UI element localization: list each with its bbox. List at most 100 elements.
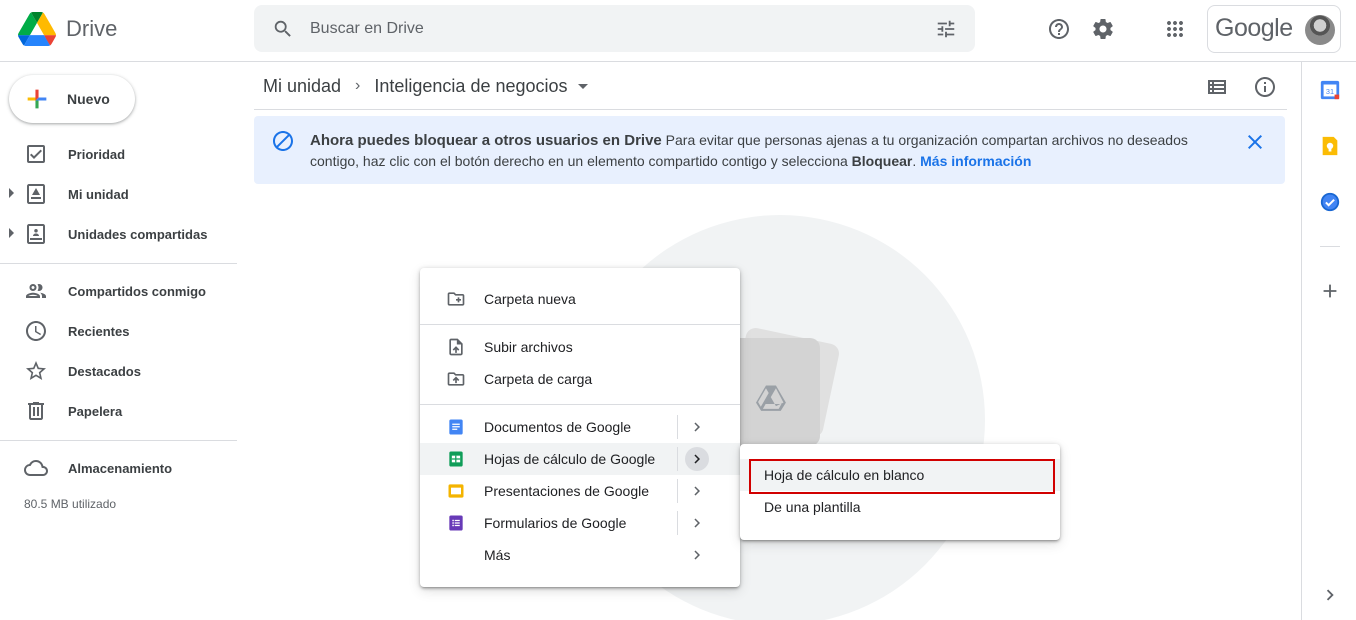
help-icon[interactable] [1047, 17, 1071, 41]
star-icon [26, 361, 46, 380]
breadcrumb-separator-icon: › [355, 77, 361, 94]
sidebar-item-priority[interactable]: Prioridad [0, 136, 238, 172]
chevron-right-icon [694, 454, 700, 464]
chevron-right-icon [694, 486, 700, 496]
banner-text: Ahora puedes bloquear a otros usuarios e… [310, 130, 1230, 172]
menu-divider [420, 404, 740, 405]
sidebar-item-label: Unidades compartidas [68, 227, 208, 242]
submenu-arrow[interactable] [685, 511, 709, 535]
highlight-box [749, 459, 1055, 494]
menu-item-new-folder[interactable]: Carpeta nueva [420, 283, 740, 315]
tasks-icon[interactable] [1319, 191, 1341, 213]
submenu-arrow[interactable] [685, 543, 709, 567]
submenu-arrow[interactable] [685, 447, 709, 471]
sidebar-item-label: Recientes [68, 324, 130, 339]
google-slides-icon [448, 484, 464, 498]
add-icon[interactable] [1319, 280, 1341, 302]
google-forms-icon [449, 515, 463, 531]
menu-item-google-forms[interactable]: Formularios de Google [420, 507, 740, 539]
avatar[interactable] [1305, 15, 1335, 45]
trash-icon [28, 402, 44, 420]
sidebar-item-recent[interactable]: Recientes [0, 313, 238, 349]
sidebar-item-label: Mi unidad [68, 187, 129, 202]
grid-view-icon[interactable] [1205, 75, 1229, 99]
priority-icon [27, 145, 45, 163]
chevron-right-icon [694, 550, 700, 560]
menu-divider [420, 324, 740, 325]
search-input[interactable] [310, 5, 910, 52]
breadcrumb-root[interactable]: Mi unidad [263, 76, 341, 97]
menu-item-google-docs[interactable]: Documentos de Google [420, 411, 740, 443]
sidebar-item-label: Compartidos conmigo [68, 284, 206, 299]
expand-arrow-icon[interactable] [9, 188, 14, 198]
my-drive-icon [27, 184, 45, 204]
sidebar-item-label: Almacenamiento [68, 461, 173, 476]
new-menu: Carpeta nueva Subir archivos Carpeta de … [420, 268, 740, 587]
sidebar-item-label: Papelera [68, 404, 123, 419]
menu-item-divider [677, 511, 678, 535]
menu-item-label: Carpeta de carga [484, 371, 593, 387]
submenu-item-from-template[interactable]: De una plantilla [740, 491, 1060, 523]
main-divider [254, 109, 1287, 110]
menu-item-label: Más [484, 547, 511, 563]
search-bar[interactable] [254, 5, 975, 52]
sidebar-divider [0, 440, 237, 441]
apps-grid-icon[interactable] [1163, 17, 1187, 41]
menu-item-divider [677, 479, 678, 503]
breadcrumb: Mi unidad › Inteligencia de negocios [263, 74, 588, 98]
expand-arrow-icon[interactable] [9, 228, 14, 238]
sidebar-item-storage[interactable]: Almacenamiento [0, 450, 238, 486]
google-wordmark: Google [1215, 14, 1293, 42]
sidebar-divider [0, 263, 237, 264]
sidebar-item-starred[interactable]: Destacados [0, 353, 238, 389]
chevron-right-icon[interactable] [1319, 584, 1341, 606]
app-name: Drive [66, 16, 118, 41]
breadcrumb-current[interactable]: Inteligencia de negocios [374, 76, 567, 97]
new-folder-icon [447, 292, 465, 306]
search-icon[interactable] [272, 18, 294, 40]
submenu-arrow[interactable] [685, 415, 709, 439]
banner-bold: Bloquear [851, 153, 913, 169]
drive-logo-icon [18, 12, 56, 46]
menu-item-google-sheets[interactable]: Hojas de cálculo de Google [420, 443, 740, 475]
top-bar: Drive Google [0, 0, 1356, 62]
account-button[interactable]: Google [1207, 5, 1341, 53]
chevron-right-icon [694, 422, 700, 432]
menu-item-upload-folder[interactable]: Carpeta de carga [420, 363, 740, 395]
menu-item-label: Carpeta nueva [484, 291, 576, 307]
rail-divider [1320, 246, 1340, 247]
calendar-icon[interactable]: 31 [1319, 79, 1341, 101]
menu-item-upload-files[interactable]: Subir archivos [420, 331, 740, 363]
clock-icon [26, 321, 46, 341]
sidebar-item-shared-drives[interactable]: Unidades compartidas [0, 216, 238, 252]
chevron-right-icon [694, 518, 700, 528]
storage-used-text: 80.5 MB utilizado [24, 497, 117, 511]
sidebar-item-trash[interactable]: Papelera [0, 393, 238, 429]
banner-title: Ahora puedes bloquear a otros usuarios e… [310, 132, 662, 149]
menu-item-google-slides[interactable]: Presentaciones de Google [420, 475, 740, 507]
info-icon[interactable] [1253, 75, 1277, 99]
learn-more-link[interactable]: Más información [920, 153, 1031, 169]
search-options-icon[interactable] [935, 18, 957, 40]
chevron-down-icon[interactable] [577, 83, 588, 89]
drive-logo[interactable]: Drive [18, 12, 117, 46]
menu-item-label: Presentaciones de Google [484, 483, 649, 499]
sidebar-item-shared-with-me[interactable]: Compartidos conmigo [0, 273, 238, 309]
new-button[interactable]: Nuevo [9, 75, 135, 123]
menu-item-label: Documentos de Google [484, 419, 632, 435]
submenu-item-label: De una plantilla [764, 499, 861, 515]
block-icon [273, 131, 293, 151]
menu-item-divider [677, 415, 678, 439]
keep-icon[interactable] [1319, 135, 1341, 157]
submenu-arrow[interactable] [685, 479, 709, 503]
block-users-banner: Ahora puedes bloquear a otros usuarios e… [254, 116, 1285, 184]
shared-with-me-icon [26, 284, 46, 298]
menu-item-label: Subir archivos [484, 339, 573, 355]
close-icon[interactable] [1243, 130, 1267, 154]
sidebar-item-my-drive[interactable]: Mi unidad [0, 176, 238, 212]
folder-upload-icon [447, 372, 465, 386]
calendar-day-text: 31 [1326, 87, 1334, 96]
menu-item-more[interactable]: Más [420, 539, 740, 571]
sidebar-item-label: Destacados [68, 364, 141, 379]
settings-icon[interactable] [1091, 17, 1115, 41]
